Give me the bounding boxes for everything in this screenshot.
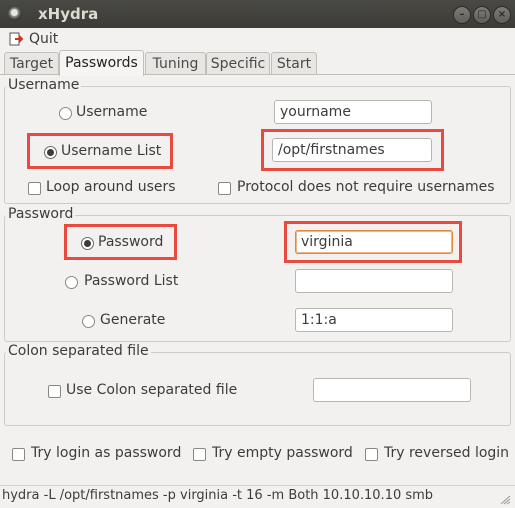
username-list-field[interactable]: /opt/firstnames	[272, 138, 432, 162]
quit-menu-item[interactable]: Quit	[29, 31, 58, 47]
app-icon	[8, 7, 22, 21]
try-reversed-login-checkbox[interactable]	[365, 448, 378, 461]
close-button[interactable]: ×	[493, 6, 511, 24]
password-list-radio[interactable]	[65, 276, 78, 289]
password-radio-label[interactable]: Password	[98, 234, 163, 250]
try-empty-password-checkbox[interactable]	[193, 448, 206, 461]
password-radio[interactable]	[81, 237, 94, 250]
colon-file-field[interactable]	[313, 378, 471, 402]
try-reversed-login-label[interactable]: Try reversed login	[384, 445, 509, 461]
password-list-radio-label[interactable]: Password List	[84, 273, 178, 289]
generate-field[interactable]: 1:1:a	[295, 308, 453, 332]
maximize-button[interactable]: □	[473, 6, 491, 24]
tab-target[interactable]: Target	[4, 52, 59, 75]
generate-radio[interactable]	[82, 315, 95, 328]
try-empty-password-label[interactable]: Try empty password	[212, 445, 353, 461]
title-bar: xHydra – □ ×	[0, 0, 515, 28]
username-list-radio-label[interactable]: Username List	[61, 143, 161, 159]
protocol-no-usernames-checkbox[interactable]	[218, 182, 231, 195]
password-frame-title: Password	[6, 206, 76, 222]
quit-icon[interactable]	[9, 32, 23, 46]
tab-start[interactable]: Start	[271, 52, 317, 75]
password-list-field[interactable]	[295, 269, 453, 293]
username-field[interactable]: yourname	[274, 100, 432, 124]
try-login-as-password-label[interactable]: Try login as password	[31, 445, 181, 461]
loop-around-users-label[interactable]: Loop around users	[46, 179, 176, 195]
resize-grip-icon[interactable]	[499, 495, 511, 505]
try-login-as-password-checkbox[interactable]	[12, 448, 25, 461]
generate-radio-label[interactable]: Generate	[100, 312, 165, 328]
colon-file-frame-title: Colon separated file	[6, 343, 151, 359]
username-list-radio[interactable]	[44, 146, 57, 159]
use-colon-file-label[interactable]: Use Colon separated file	[66, 382, 237, 398]
window-title: xHydra	[38, 5, 99, 23]
tab-specific[interactable]: Specific	[206, 52, 270, 75]
tab-tuning[interactable]: Tuning	[145, 52, 206, 75]
password-field[interactable]: virginia	[295, 230, 453, 254]
menu-bar	[0, 28, 515, 51]
loop-around-users-checkbox[interactable]	[28, 182, 41, 195]
username-radio[interactable]	[59, 107, 72, 120]
command-preview: hydra -L /opt/firstnames -p virginia -t …	[2, 488, 434, 503]
protocol-no-usernames-label[interactable]: Protocol does not require usernames	[237, 179, 495, 195]
username-frame-title: Username	[6, 77, 82, 93]
minimize-button[interactable]: –	[453, 6, 471, 24]
tab-passwords[interactable]: Passwords	[59, 50, 144, 76]
username-radio-label[interactable]: Username	[76, 104, 147, 120]
use-colon-file-checkbox[interactable]	[48, 385, 61, 398]
